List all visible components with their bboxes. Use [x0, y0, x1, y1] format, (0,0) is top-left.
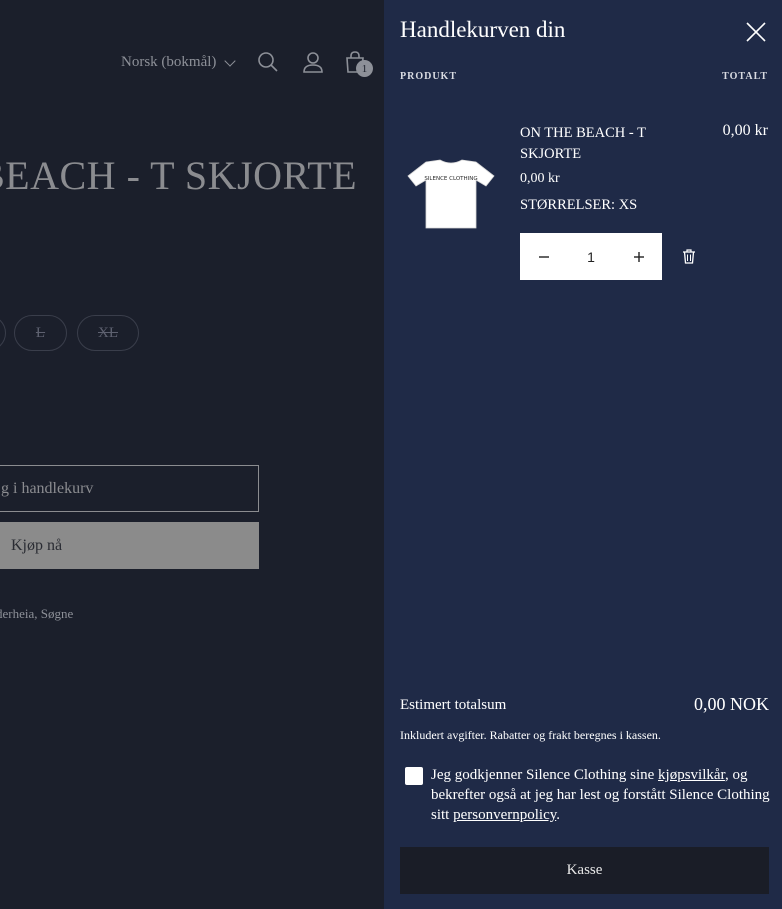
size-option-l[interactable]: L: [14, 315, 67, 351]
quantity-input[interactable]: 1: [567, 249, 615, 265]
thumbnail-print: SILENCE CLOTHING: [424, 176, 477, 182]
product-title: BEACH - T SKJORTE: [0, 153, 358, 198]
terms-consent: Jeg godkjenner Silence Clothing sine kjø…: [405, 765, 775, 825]
privacy-policy-link[interactable]: personvernpolicy: [453, 807, 556, 823]
minus-icon: [538, 255, 549, 258]
item-size: STØRRELSER: XS: [520, 197, 638, 213]
drawer-title: Handlekurven din: [400, 17, 566, 42]
item-total: 0,00 kr: [722, 122, 768, 139]
terms-text: Jeg godkjenner Silence Clothing sine kjø…: [431, 765, 775, 825]
cart-count-badge: 1: [356, 60, 373, 77]
chevron-down-icon: [224, 54, 237, 67]
quantity-stepper: 1: [520, 233, 662, 280]
cart-icon[interactable]: 1: [344, 50, 376, 80]
terms-checkbox[interactable]: [405, 767, 423, 785]
item-price: 0,00 kr: [520, 171, 560, 186]
tax-note: Inkludert avgifter. Rabatter og frakt be…: [400, 728, 661, 742]
account-icon[interactable]: [302, 50, 324, 74]
add-to-cart-button[interactable]: g i handlekurv: [0, 465, 259, 512]
size-option[interactable]: [0, 315, 6, 351]
language-selector[interactable]: Norsk (bokmål): [121, 54, 237, 71]
estimated-total-label: Estimert totalsum: [400, 697, 507, 713]
language-selector-label: Norsk (bokmål): [121, 54, 217, 70]
trash-icon[interactable]: [681, 248, 697, 264]
estimated-total-value: 0,00 NOK: [694, 694, 769, 714]
increase-quantity-button[interactable]: [615, 233, 662, 280]
item-name[interactable]: ON THE BEACH - T SKJORTE: [520, 123, 690, 165]
close-icon[interactable]: [744, 20, 768, 44]
terms-text-part: .: [556, 807, 561, 823]
pickup-location: derheia, Søgne: [0, 606, 74, 621]
plus-icon: [633, 251, 644, 262]
cart-drawer: Handlekurven din PRODUKT TOTALT SILENCE …: [384, 0, 782, 909]
search-icon[interactable]: [257, 50, 279, 74]
decrease-quantity-button[interactable]: [520, 233, 567, 280]
column-header-total: TOTALT: [722, 71, 768, 82]
buy-now-button[interactable]: Kjøp nå: [0, 522, 259, 569]
terms-text-part: Jeg godkjenner Silence Clothing sine: [431, 767, 659, 783]
size-option-xl[interactable]: XL: [77, 315, 139, 351]
checkout-button[interactable]: Kasse: [400, 847, 769, 894]
product-page-background: Norsk (bokmål) 1 BEACH - T SKJORTE L XL …: [0, 0, 384, 909]
product-thumbnail[interactable]: SILENCE CLOTHING: [406, 158, 496, 230]
column-header-product: PRODUKT: [400, 71, 457, 82]
terms-link[interactable]: kjøpsvilkår: [658, 767, 725, 783]
